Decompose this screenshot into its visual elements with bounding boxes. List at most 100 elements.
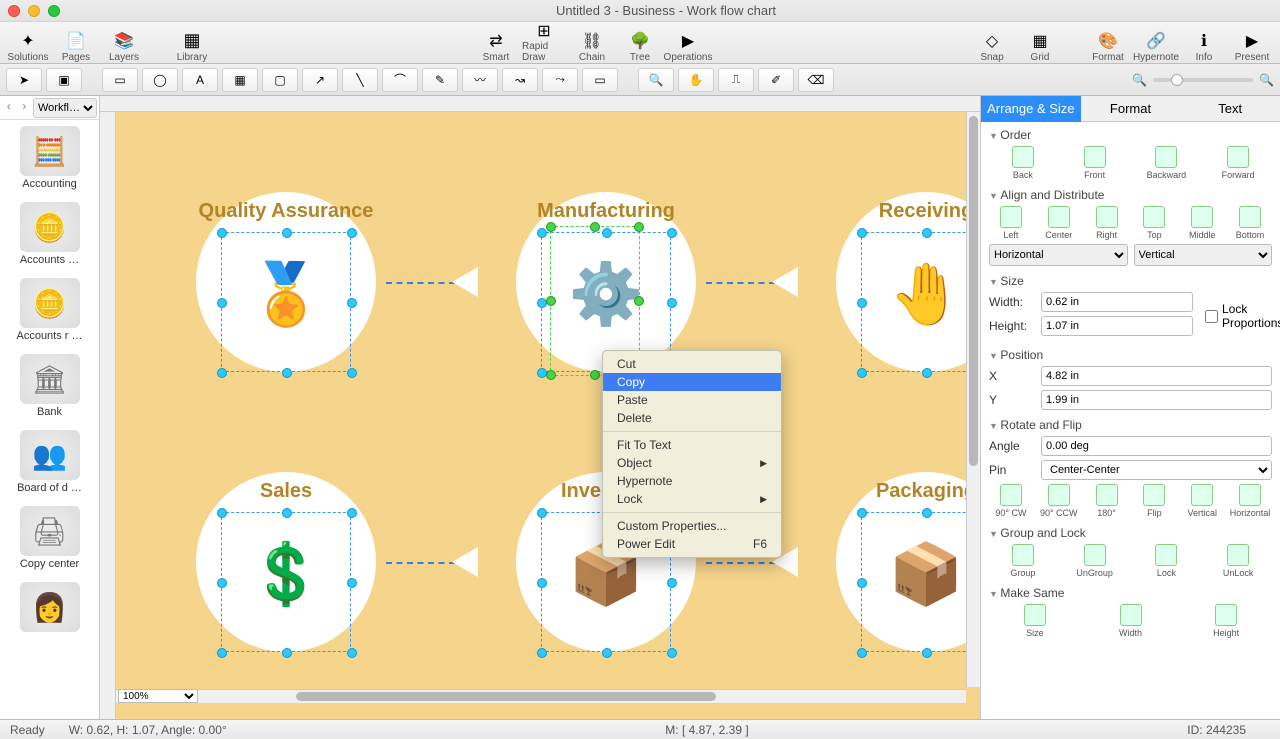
width-input[interactable] (1041, 292, 1193, 312)
zoom-in-icon[interactable]: 🔍 (1259, 73, 1274, 87)
ctx-cut[interactable]: Cut (603, 355, 781, 373)
pos-x-input[interactable] (1041, 366, 1272, 386)
canvas[interactable]: Packaging📦Inventory📦Sales💲Receiving🤚Manu… (116, 112, 980, 719)
line-tool[interactable]: ↗ (302, 68, 338, 92)
lib-item-board[interactable]: 👥Board of d … (0, 424, 99, 500)
pointer-tool[interactable]: ➤ (6, 68, 42, 92)
zoom-out-icon[interactable]: 🔍 (1132, 73, 1147, 87)
align-horizontal[interactable]: Horizontal (989, 244, 1128, 266)
same-width[interactable]: Width (1085, 604, 1177, 638)
zoom-in-tool[interactable]: 🔍 (638, 68, 674, 92)
container-tool[interactable]: ▭ (582, 68, 618, 92)
lib-item-person[interactable]: 👩 (0, 576, 99, 640)
ctx-custom-properties-[interactable]: Custom Properties... (603, 517, 781, 535)
ctx-fit-to-text[interactable]: Fit To Text (603, 436, 781, 454)
node-recv[interactable]: Receiving🤚 (806, 162, 980, 402)
arc-tool[interactable]: ⌒ (382, 68, 418, 92)
ctx-lock[interactable]: Lock (603, 490, 781, 508)
rotate-[interactable]: 180° (1085, 484, 1129, 518)
diag-tool[interactable]: ╲ (342, 68, 378, 92)
rotate-cw[interactable]: 90° CW (989, 484, 1033, 518)
height-input[interactable] (1041, 316, 1193, 336)
rapiddraw-button[interactable]: ⊞Rapid Draw (522, 23, 566, 63)
tree-button[interactable]: 🌳Tree (618, 23, 662, 63)
close-window[interactable] (8, 5, 20, 17)
order-backward[interactable]: Backward (1133, 146, 1201, 180)
lib-item-accounts-p[interactable]: 🪙Accounts … (0, 196, 99, 272)
align-middle[interactable]: Middle (1180, 206, 1224, 240)
align-left[interactable]: Left (989, 206, 1033, 240)
angle-input[interactable] (1041, 436, 1272, 456)
library-button[interactable]: ▦ Library (170, 23, 214, 63)
grid-button[interactable]: ▦Grid (1018, 23, 1062, 63)
snap-button[interactable]: ◇Snap (970, 23, 1014, 63)
lib-back[interactable]: ‹ (2, 99, 16, 117)
lib-item-accounting[interactable]: 🧮Accounting (0, 120, 99, 196)
smart-button[interactable]: ⇄Smart (474, 23, 518, 63)
lib-item-bank[interactable]: 🏛Bank (0, 348, 99, 424)
same-height[interactable]: Height (1180, 604, 1272, 638)
tab-format[interactable]: Format (1081, 96, 1181, 122)
ctx-hypernote[interactable]: Hypernote (603, 472, 781, 490)
lock-proportions[interactable] (1205, 310, 1218, 323)
zoom-window[interactable] (48, 5, 60, 17)
ctx-object[interactable]: Object (603, 454, 781, 472)
group-ungroup[interactable]: UnGroup (1061, 544, 1129, 578)
vscroll[interactable] (966, 112, 980, 687)
solutions-button[interactable]: ✦Solutions (6, 23, 50, 63)
group-group[interactable]: Group (989, 544, 1057, 578)
format-button[interactable]: 🎨Format (1086, 23, 1130, 63)
node-pkg[interactable]: Packaging📦 (806, 442, 980, 682)
table-tool[interactable]: ▦ (222, 68, 258, 92)
hscroll[interactable] (116, 689, 966, 703)
group-unlock[interactable]: UnLock (1204, 544, 1272, 578)
text-tool[interactable]: A (182, 68, 218, 92)
operations-button[interactable]: ▶Operations (666, 23, 710, 63)
ctx-paste[interactable]: Paste (603, 391, 781, 409)
same-size[interactable]: Size (989, 604, 1081, 638)
rotate-horizontal[interactable]: Horizontal (1228, 484, 1272, 518)
eraser-tool[interactable]: ⌫ (798, 68, 834, 92)
smart-connector-tool[interactable]: ⤳ (542, 68, 578, 92)
order-forward[interactable]: Forward (1204, 146, 1272, 180)
pencil-tool[interactable]: ✎ (422, 68, 458, 92)
pos-y-input[interactable] (1041, 390, 1272, 410)
ellipse-shape[interactable]: ◯ (142, 68, 178, 92)
node-qa[interactable]: Quality Assurance🏅 (166, 162, 406, 402)
info-button[interactable]: ℹInfo (1182, 23, 1226, 63)
note-tool[interactable]: ▢ (262, 68, 298, 92)
align-top[interactable]: Top (1132, 206, 1176, 240)
align-vertical[interactable]: Vertical (1134, 244, 1273, 266)
rotate-ccw[interactable]: 90° CCW (1037, 484, 1081, 518)
pan-tool[interactable]: ✋ (678, 68, 714, 92)
connector-tool[interactable]: ↝ (502, 68, 538, 92)
stamp-tool[interactable]: ⎍ (718, 68, 754, 92)
minimize-window[interactable] (28, 5, 40, 17)
ctx-power-edit[interactable]: Power EditF6 (603, 535, 781, 553)
bezier-tool[interactable]: 〰 (462, 68, 498, 92)
lib-item-accounts-r[interactable]: 🪙Accounts r … (0, 272, 99, 348)
eyedrop-tool[interactable]: ✐ (758, 68, 794, 92)
lib-fwd[interactable]: › (18, 99, 32, 117)
zoom-slider[interactable] (1153, 78, 1253, 82)
hypernote-button[interactable]: 🔗Hypernote (1134, 23, 1178, 63)
present-button[interactable]: ▶Present (1230, 23, 1274, 63)
align-bottom[interactable]: Bottom (1228, 206, 1272, 240)
lib-selector[interactable]: Workfl… (33, 98, 97, 118)
ctx-copy[interactable]: Copy (603, 373, 781, 391)
group-lock[interactable]: Lock (1133, 544, 1201, 578)
tab-text[interactable]: Text (1180, 96, 1280, 122)
node-sales[interactable]: Sales💲 (166, 442, 406, 682)
rotate-vertical[interactable]: Vertical (1180, 484, 1224, 518)
pin-select[interactable]: Center-Center (1041, 460, 1272, 480)
rect-shape[interactable]: ▭ (102, 68, 138, 92)
align-center[interactable]: Center (1037, 206, 1081, 240)
order-back[interactable]: Back (989, 146, 1057, 180)
ctx-delete[interactable]: Delete (603, 409, 781, 427)
rotate-flip[interactable]: Flip (1132, 484, 1176, 518)
layers-button[interactable]: 📚Layers (102, 23, 146, 63)
select-tool[interactable]: ▣ (46, 68, 82, 92)
lib-item-copy-center[interactable]: 🖨Copy center (0, 500, 99, 576)
align-right[interactable]: Right (1085, 206, 1129, 240)
order-front[interactable]: Front (1061, 146, 1129, 180)
